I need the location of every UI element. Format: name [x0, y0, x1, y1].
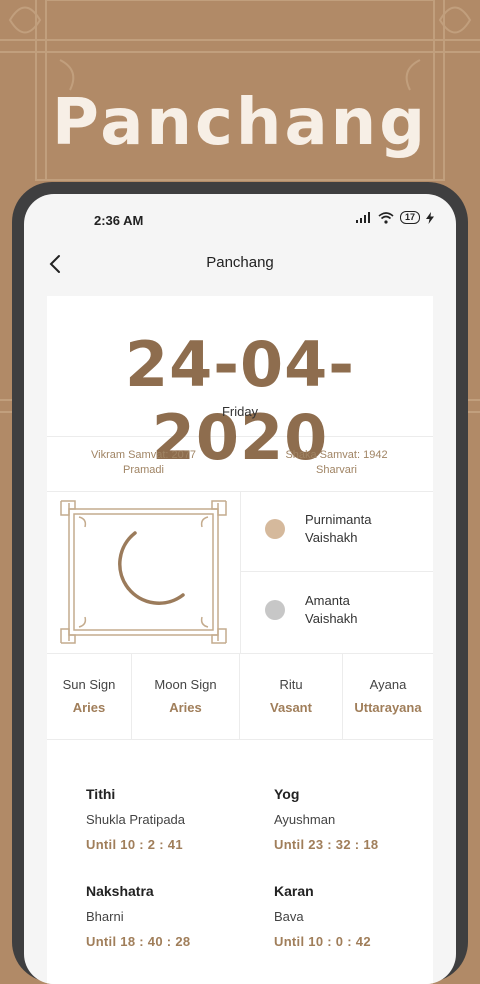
yog-until: Until 23 : 32 : 18 [274, 837, 379, 852]
vikram-samvat-name: Pramadi [123, 464, 164, 476]
ayana-value: Uttarayana [354, 700, 422, 715]
amanta-label: Amanta Vaishakh [305, 592, 358, 628]
ritu-label: Ritu [279, 677, 303, 692]
weekday-label: Friday [221, 404, 259, 419]
nakshatra-title: Nakshatra [86, 883, 154, 899]
moon-sign-label: Moon Sign [154, 677, 217, 692]
vikram-samvat: Vikram Samvat: 2077 Pramadi [47, 448, 240, 478]
purnimanta-month: Purnimanta Vaishakh [241, 491, 433, 572]
battery-level: 17 [404, 212, 415, 222]
wifi-icon [378, 211, 394, 224]
moon-sign-value: Aries [169, 700, 202, 715]
sun-sign-label: Sun Sign [62, 677, 116, 692]
date-section: 24-04-2020 Friday [47, 296, 433, 474]
amanta-title: Amanta [305, 593, 350, 608]
tithi-until: Until 10 : 2 : 41 [86, 837, 183, 852]
purnimanta-label: Purnimanta Vaishakh [305, 511, 371, 547]
tithi-detail: Tithi Shukla Pratipada Until 10 : 2 : 41 [86, 786, 256, 852]
shaka-samvat: Shaka Samvat: 1942 Sharvari [240, 448, 433, 478]
ayana-label: Ayana [369, 677, 407, 692]
status-time: 2:36 AM [94, 213, 144, 228]
purnimanta-dot [265, 519, 285, 539]
status-bar: 2:36 AM 17 [24, 194, 456, 244]
karan-title: Karan [274, 883, 314, 899]
purnimanta-value: Vaishakh [305, 530, 358, 545]
signs-row: Sun Sign Aries Moon Sign Aries Ritu Vasa… [47, 653, 433, 740]
panchang-card: 24-04-2020 Friday Vikram Samvat: 2077 Pr… [47, 296, 433, 984]
battery-icon: 17 [399, 211, 420, 224]
karan-name: Bava [274, 909, 304, 924]
moon-row: Purnimanta Vaishakh Amanta Vaishakh [47, 491, 433, 654]
promo-title: Panchang [52, 86, 428, 160]
sun-sign: Sun Sign Aries [47, 653, 132, 739]
nakshatra-until: Until 18 : 40 : 28 [86, 934, 191, 949]
app-bar: Panchang [24, 244, 456, 284]
karan-until: Until 10 : 0 : 42 [274, 934, 371, 949]
yog-name: Ayushman [274, 812, 336, 827]
crescent-moon-icon [118, 531, 185, 605]
ritu-value: Vasant [270, 700, 312, 715]
charging-icon [426, 211, 434, 224]
purnimanta-title: Purnimanta [305, 512, 372, 527]
app-bar-title: Panchang [206, 254, 274, 271]
amanta-month: Amanta Vaishakh [241, 572, 433, 652]
status-icons: 17 [355, 211, 434, 224]
nakshatra-detail: Nakshatra Bharni Until 18 : 40 : 28 [86, 883, 256, 949]
shaka-samvat-year: Shaka Samvat: 1942 [285, 449, 388, 461]
moon-frame-icon [60, 500, 227, 644]
yog-title: Yog [274, 786, 300, 802]
samvat-section: Vikram Samvat: 2077 Pramadi Shaka Samvat… [47, 436, 433, 492]
app-screen: 2:36 AM 17 Panchang 24-04-2020 Friday Vi… [24, 194, 456, 984]
amanta-value: Vaishakh [305, 611, 358, 626]
karan-detail: Karan Bava Until 10 : 0 : 42 [274, 883, 444, 949]
shaka-samvat-name: Sharvari [316, 464, 357, 476]
ritu: Ritu Vasant [240, 653, 343, 739]
tithi-name: Shukla Pratipada [86, 812, 186, 827]
vikram-samvat-year: Vikram Samvat: 2077 [91, 449, 196, 461]
amanta-dot [265, 600, 285, 620]
yog-detail: Yog Ayushman Until 23 : 32 : 18 [274, 786, 444, 852]
nakshatra-name: Bharni [86, 909, 124, 924]
sun-sign-value: Aries [72, 700, 106, 715]
signal-icon [355, 212, 370, 223]
moon-phase-panel [47, 491, 241, 653]
tithi-title: Tithi [86, 786, 116, 802]
ayana: Ayana Uttarayana [343, 653, 433, 739]
moon-sign: Moon Sign Aries [132, 653, 240, 739]
